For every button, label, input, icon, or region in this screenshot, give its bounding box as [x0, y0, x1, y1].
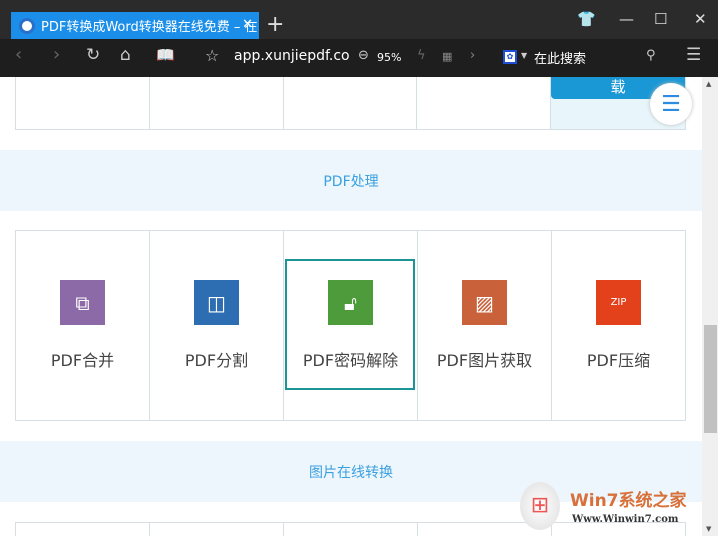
lightning-icon[interactable]: ϟ — [417, 48, 426, 63]
section-title: PDF处理 — [323, 173, 379, 190]
page-content: 载 ☰ PDF处理 ⧉ PDF合并 ◫ PDF分割 🔓︎ PDF密码解除 ▨ P… — [0, 77, 702, 536]
close-window-button[interactable]: ✕ — [694, 10, 707, 28]
watermark-url: Www.Winwin7.com — [572, 514, 679, 525]
qr-code-icon[interactable]: ▦ — [442, 50, 452, 63]
vertical-scrollbar[interactable]: ▲ ▼ — [702, 77, 718, 536]
scroll-up-icon[interactable]: ▲ — [706, 80, 711, 88]
tool-label: PDF合并 — [50, 351, 115, 370]
windows-logo-icon: ⊞ — [520, 482, 560, 530]
title-bar: PDF转换成Word转换器在线免费 – 在 ✕ + 👕 — ☐ ✕ — [0, 0, 718, 39]
previous-tool-row: 载 — [15, 77, 686, 130]
tool-pdf-image-extract[interactable]: ▨ PDF图片获取 — [418, 231, 552, 420]
scroll-down-icon[interactable]: ▼ — [706, 525, 711, 533]
pdf-tools-grid: ⧉ PDF合并 ◫ PDF分割 🔓︎ PDF密码解除 ▨ PDF图片获取 ZIP… — [15, 230, 686, 421]
forward-icon[interactable]: › — [53, 44, 60, 65]
zoom-level[interactable]: 95% — [377, 51, 401, 64]
toolbar: ‹ › ↻ ⌂ 📖 ☆ app.xunjiepdf.co ⊖ 95% ϟ ▦ ›… — [0, 39, 718, 77]
selection-border — [285, 259, 415, 390]
scrollbar-thumb[interactable] — [704, 325, 717, 433]
reader-icon[interactable]: 📖 — [156, 46, 175, 64]
tool-label: PDF分割 — [184, 351, 249, 370]
back-icon[interactable]: ‹ — [15, 44, 22, 65]
tool-pdf-unlock[interactable]: 🔓︎ PDF密码解除 — [284, 231, 418, 420]
engine-dropdown-icon[interactable]: ▼ — [521, 51, 527, 60]
address-bar[interactable]: app.xunjiepdf.co — [234, 48, 350, 64]
expand-icon[interactable]: › — [470, 48, 475, 63]
watermark: ⊞ Win7系统之家 Www.Winwin7.com — [520, 482, 702, 536]
tab-close-icon[interactable]: ✕ — [242, 17, 253, 32]
maximize-button[interactable]: ☐ — [654, 10, 667, 28]
section-header-pdf: PDF处理 — [0, 150, 702, 211]
tool-label: PDF图片获取 — [436, 351, 533, 370]
section-title: 图片在线转换 — [309, 464, 393, 481]
browser-tab[interactable]: PDF转换成Word转换器在线免费 – 在 ✕ — [11, 12, 259, 39]
tool-pdf-merge[interactable]: ⧉ PDF合并 — [16, 231, 150, 420]
image-icon: ▨ — [462, 280, 507, 325]
split-icon: ◫ — [194, 280, 239, 325]
baidu-search-icon[interactable]: ✿ — [503, 50, 517, 64]
tool-pdf-compress[interactable]: ZIP PDF压缩 — [552, 231, 685, 420]
skin-icon[interactable]: 👕 — [577, 10, 596, 28]
tab-title: PDF转换成Word转换器在线免费 – 在 — [41, 20, 258, 35]
merge-icon: ⧉ — [60, 280, 105, 325]
zoom-icon[interactable]: ⊖ — [358, 48, 369, 63]
site-favicon-icon — [19, 17, 35, 34]
zip-icon: ZIP — [596, 280, 641, 325]
search-input[interactable]: 在此搜索 — [534, 48, 586, 67]
tool-label: PDF压缩 — [586, 351, 651, 370]
minimize-button[interactable]: — — [619, 10, 634, 28]
refresh-icon[interactable]: ↻ — [86, 45, 100, 65]
menu-icon[interactable]: ☰ — [686, 45, 701, 65]
tool-pdf-split[interactable]: ◫ PDF分割 — [150, 231, 284, 420]
floating-menu-button[interactable]: ☰ — [650, 83, 692, 125]
watermark-brand: Win7系统之家 — [570, 491, 687, 511]
favorite-star-icon[interactable]: ☆ — [205, 46, 219, 65]
home-icon[interactable]: ⌂ — [120, 45, 131, 65]
search-icon[interactable]: ⚲ — [646, 48, 656, 63]
new-tab-button[interactable]: + — [266, 12, 284, 37]
